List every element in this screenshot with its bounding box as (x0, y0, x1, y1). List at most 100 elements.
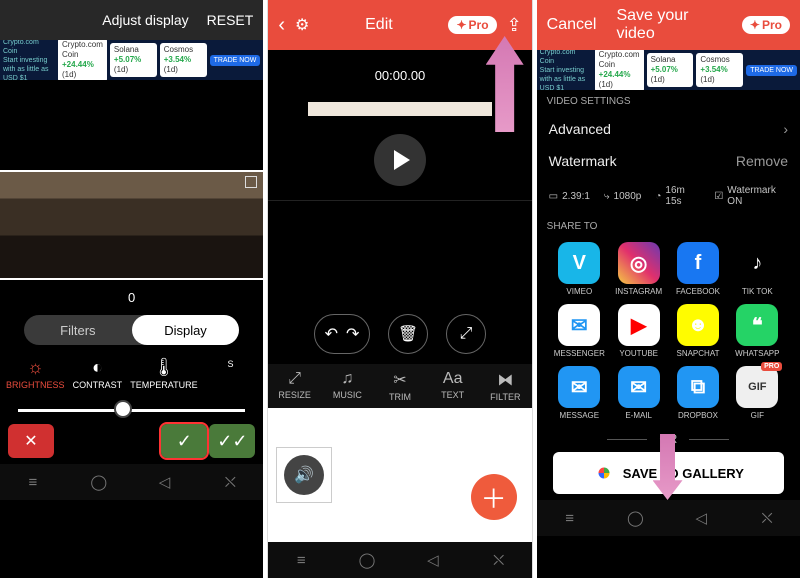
scissors-icon: ✂ (374, 370, 427, 390)
tool-text[interactable]: AaTEXT (426, 370, 479, 402)
nav-accessibility-icon[interactable]: ⛌ (197, 464, 263, 500)
ad-card-1: Solana+5.07% (1d) (110, 43, 157, 77)
chevron-right-icon: › (783, 121, 788, 137)
slider-knob[interactable] (116, 402, 130, 416)
nav-home-icon[interactable]: ◯ (334, 542, 400, 578)
share-app-messenger[interactable]: ✉MESSENGER (553, 304, 606, 358)
fullscreen-button[interactable]: ⤢ (446, 314, 486, 354)
speaker-icon: 🔊 (284, 455, 324, 495)
crop-icon: ▭ (549, 191, 558, 202)
fullscreen-icon: ⤢ (460, 325, 473, 343)
screen1-header: Adjust display RESET (0, 0, 263, 40)
tool-filter[interactable]: ⧓FILTER (479, 370, 532, 402)
add-clip-button[interactable]: ＋ (471, 474, 517, 520)
share-app-facebook[interactable]: fFACEBOOK (671, 242, 724, 296)
reset-button[interactable]: RESET (207, 12, 254, 28)
cancel-button[interactable]: ✕ (8, 424, 54, 458)
share-app-dropbox[interactable]: ⧉DROPBOX (671, 366, 724, 420)
adj-overflow[interactable]: S (204, 357, 258, 390)
export-icon[interactable]: ⇪ (507, 15, 522, 36)
share-app-tik-tok[interactable]: ♪TIK TOK (731, 242, 784, 296)
res-icon: ⤷ (604, 191, 610, 202)
cancel-button[interactable]: Cancel (547, 16, 597, 34)
trash-icon: 🗑 (398, 324, 418, 344)
back-icon[interactable]: ‹ (278, 14, 285, 37)
ad-card-2: Cosmos+3.54% (1d) (160, 43, 207, 77)
share-app-youtube[interactable]: ▶YOUTUBE (612, 304, 665, 358)
edit-controls: ↶↷ 🗑 ⤢ (268, 304, 531, 364)
share-app-snapchat[interactable]: ☻SNAPCHAT (671, 304, 724, 358)
delete-button[interactable]: 🗑 (388, 314, 428, 354)
share-app-e-mail[interactable]: ✉E-MAIL (612, 366, 665, 420)
clock-icon: ◔ (655, 191, 661, 202)
adjustment-slider[interactable] (18, 394, 245, 424)
nav-back-icon[interactable]: ◁ (132, 464, 198, 500)
undo-icon: ↶ (325, 324, 338, 344)
ad-trade-button: TRADE NOW (210, 55, 261, 66)
watermark-status: ☑Watermark ON (714, 185, 788, 207)
resize-icon: ⤢ (268, 370, 321, 388)
blank-area (0, 80, 263, 170)
tab-switch: Filters Display (24, 315, 239, 345)
share-app-vimeo[interactable]: VVIMEO (553, 242, 606, 296)
nav-accessibility-icon[interactable]: ⛌ (466, 542, 532, 578)
video-info-bar: ▭2.39:1 ⤷1080p ◔16m 15s ☑Watermark ON (537, 177, 800, 215)
filter-icon: ⧓ (479, 370, 532, 390)
adjust-display-label[interactable]: Adjust display (102, 12, 188, 28)
row-watermark[interactable]: WatermarkRemove (537, 145, 800, 177)
redo-icon: ↷ (346, 324, 359, 344)
save-title: Save your video (616, 7, 721, 43)
ad-tagline: Crypto.com CoinStart investing with as l… (3, 40, 55, 80)
share-app-instagram[interactable]: ◎INSTAGRAM (612, 242, 665, 296)
video-settings-label: VIDEO SETTINGS (537, 90, 800, 113)
nav-recent-icon[interactable]: ≡ (537, 500, 603, 536)
nav-recent-icon[interactable]: ≡ (0, 464, 66, 500)
resolution: ⤷1080p (604, 191, 641, 202)
row-advanced[interactable]: Advanced› (537, 113, 800, 145)
adj-brightness[interactable]: ☼BRIGHTNESS (6, 357, 65, 390)
share-app-message[interactable]: ✉MESSAGE (553, 366, 606, 420)
nav-recent-icon[interactable]: ≡ (268, 542, 334, 578)
duration: ◔16m 15s (655, 185, 700, 207)
check-icon: ☑ (714, 191, 723, 202)
sun-icon: ☼ (6, 357, 65, 378)
share-app-gif[interactable]: GIFPROGIF (731, 366, 784, 420)
timeline-strip[interactable] (308, 102, 491, 116)
text-icon: Aa (426, 370, 479, 388)
adj-temperature[interactable]: 🌡TEMPERATURE (130, 357, 197, 390)
pro-badge[interactable]: ✦Pro (742, 16, 790, 34)
gear-icon[interactable]: ⚙ (295, 15, 309, 35)
ad-banner[interactable]: Crypto.com CoinStart investing with as l… (0, 40, 263, 80)
adjustment-row: ☼BRIGHTNESS ◐CONTRAST 🌡TEMPERATURE S (0, 345, 263, 394)
timestamp: 00:00.00 (268, 68, 531, 83)
music-icon: ♫ (321, 370, 374, 388)
tool-trim[interactable]: ✂TRIM (374, 370, 427, 402)
nav-bar: ≡ ◯ ◁ ⛌ (537, 500, 800, 536)
share-to-label: SHARE TO (537, 215, 800, 238)
edit-title: Edit (365, 16, 393, 34)
pro-badge[interactable]: ✦Pro (448, 16, 496, 34)
nav-home-icon[interactable]: ◯ (602, 500, 668, 536)
share-app-whatsapp[interactable]: ❝WHATSAPP (731, 304, 784, 358)
undo-redo[interactable]: ↶↷ (314, 314, 370, 354)
tool-music[interactable]: ♫MUSIC (321, 370, 374, 402)
nav-accessibility-icon[interactable]: ⛌ (734, 500, 800, 536)
screen2-header: ‹ ⚙ Edit ✦Pro ⇪ (268, 0, 531, 50)
ad-banner[interactable]: Crypto.com CoinStart investing with as l… (537, 50, 800, 90)
preview-area: 00:00.00 (268, 50, 531, 200)
nav-back-icon[interactable]: ◁ (400, 542, 466, 578)
tool-resize[interactable]: ⤢RESIZE (268, 370, 321, 402)
tab-display[interactable]: Display (132, 315, 240, 345)
aspect-ratio: ▭2.39:1 (549, 191, 590, 202)
share-app-grid: VVIMEO◎INSTAGRAMfFACEBOOK♪TIK TOK ✉MESSEN… (537, 238, 800, 424)
sound-clip[interactable]: 🔊 (276, 447, 332, 503)
google-photos-icon (593, 462, 615, 484)
nav-back-icon[interactable]: ◁ (668, 500, 734, 536)
adj-contrast[interactable]: ◐CONTRAST (71, 357, 125, 390)
confirm-all-button[interactable]: ✓✓ (209, 424, 255, 458)
play-button[interactable] (374, 134, 426, 186)
confirm-button[interactable]: ✓ (161, 424, 207, 458)
video-thumbnail[interactable] (0, 170, 263, 280)
tab-filters[interactable]: Filters (24, 315, 132, 345)
nav-home-icon[interactable]: ◯ (66, 464, 132, 500)
